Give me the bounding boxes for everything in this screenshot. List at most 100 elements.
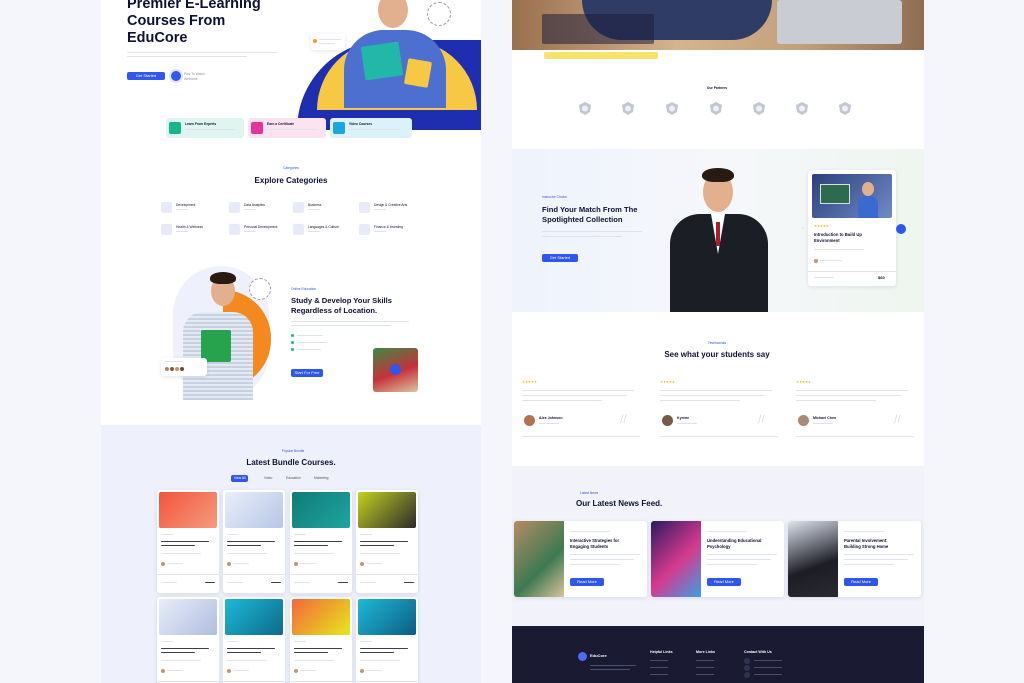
spotlight-title-line-1: Find Your Match From The (542, 205, 638, 214)
category-item[interactable]: Design & Creative Arts (359, 202, 421, 214)
footer-link[interactable] (650, 667, 668, 669)
course-meta (294, 660, 334, 662)
read-more-button[interactable]: Read More (707, 578, 741, 586)
category-item[interactable]: Development (161, 202, 223, 214)
category-label: Data Analytics (244, 203, 265, 207)
category-item[interactable]: Languages & Culture (293, 224, 355, 236)
bundle-tab[interactable]: Education (283, 475, 304, 482)
next-arrow-icon[interactable] (896, 224, 906, 234)
bundle-course-card[interactable] (223, 490, 285, 593)
course-category (360, 534, 372, 536)
avatar (798, 415, 809, 426)
footer-link[interactable] (696, 660, 714, 662)
spotlight-get-started-button[interactable]: Get Started (542, 254, 578, 262)
student-video-thumbnail[interactable] (373, 348, 418, 392)
footer-link[interactable] (650, 660, 668, 662)
get-started-button[interactable]: Get Started (127, 72, 165, 80)
check-item (297, 335, 323, 337)
author-name (820, 260, 842, 262)
read-more-button[interactable]: Read More (844, 578, 878, 586)
course-title (161, 541, 209, 543)
news-card[interactable]: Parental Involvement: Building Strong Ho… (788, 521, 921, 597)
course-title (294, 545, 328, 547)
add-to-cart[interactable] (161, 582, 177, 584)
category-item[interactable]: Business (293, 202, 355, 214)
read-more-button[interactable]: Read More (570, 578, 604, 586)
rating-stars: ★★★★★ (660, 380, 675, 384)
spotlight-course-card[interactable]: ★★★★★ Introduction to Build Up Environme… (808, 170, 896, 286)
review-line (522, 390, 634, 392)
add-to-cart[interactable] (360, 582, 376, 584)
category-item[interactable]: Data Analytics (229, 202, 291, 214)
course-category (161, 534, 173, 536)
bundle-course-card[interactable] (356, 597, 418, 683)
course-title (227, 545, 261, 547)
partner-logo-icon (578, 102, 592, 115)
course-title (294, 648, 342, 650)
landing-page-left: Premier E-Learning Courses From EduCore … (101, 0, 481, 683)
bundle-course-card[interactable] (290, 490, 352, 593)
category-item[interactable]: Finance & Investing (359, 224, 421, 236)
bundle-tab[interactable]: Marketing (311, 475, 331, 482)
category-count (176, 209, 188, 211)
news-meta (844, 531, 884, 533)
footer-link[interactable] (696, 674, 714, 676)
play-icon[interactable] (390, 364, 401, 375)
course-meta (227, 553, 267, 555)
testimonial-card: ★★★★★ Kyrene // (660, 380, 778, 438)
bundle-course-card[interactable] (290, 597, 352, 683)
feature-card[interactable]: Earn a Certificate (248, 118, 326, 138)
add-to-cart[interactable] (227, 582, 243, 584)
students-stat-card (311, 34, 345, 50)
feature-title: Learn From Experts (185, 122, 217, 126)
testimonial-card: ★★★★★ Alex Johnson // (522, 380, 640, 438)
bundle-course-card[interactable] (356, 490, 418, 593)
news-headline-line-1: Interactive Strategies for (570, 538, 620, 543)
course-category (294, 534, 306, 536)
author-name (366, 563, 382, 565)
footer-link[interactable] (754, 667, 782, 669)
bundle-tab[interactable]: View All (231, 475, 249, 482)
check-icon (291, 334, 294, 337)
avatar (165, 367, 169, 371)
course-meta (360, 553, 400, 555)
category-item[interactable]: Personal Development (229, 224, 291, 236)
news-card[interactable]: Interactive Strategies for Engaging Stud… (514, 521, 647, 597)
bundle-tab[interactable]: Video (261, 475, 275, 482)
add-to-cart[interactable] (814, 277, 834, 279)
review-line (660, 395, 765, 397)
study-title-line-2: Regardless of Location. (291, 306, 378, 315)
footer-link[interactable] (650, 674, 668, 676)
course-category (161, 641, 173, 643)
footer-link[interactable] (754, 674, 782, 676)
news-card[interactable]: Understanding Educational Psychology Rea… (651, 521, 784, 597)
bundle-course-card[interactable] (157, 597, 219, 683)
author-name (167, 563, 183, 565)
add-to-cart[interactable] (294, 582, 310, 584)
categories-tag: Categories (283, 166, 299, 170)
footer-link[interactable] (696, 667, 714, 669)
course-title (227, 652, 261, 654)
news-headline-line-2: Building Strong Home (844, 543, 889, 549)
avatar (360, 669, 364, 673)
course-price (205, 582, 215, 584)
bundle-course-card[interactable] (223, 597, 285, 683)
category-icon (293, 202, 304, 213)
prev-arrow-icon[interactable]: ‹ (802, 226, 803, 231)
review-line (796, 395, 901, 397)
review-line (660, 390, 772, 392)
review-line (660, 400, 740, 402)
news-tag: Latest News (580, 491, 599, 495)
start-free-button[interactable]: Start For Free (291, 369, 323, 377)
category-count (374, 231, 386, 233)
news-headline-line-2: Engaging Students (570, 543, 609, 549)
feature-card[interactable]: Video Courses (330, 118, 412, 138)
play-video-icon[interactable] (171, 71, 181, 81)
category-count (308, 231, 320, 233)
category-icon (293, 224, 304, 235)
category-item[interactable]: Health & Wellness (161, 224, 223, 236)
feature-card[interactable]: Learn From Experts (166, 118, 244, 138)
footer-link[interactable] (754, 660, 782, 662)
bundle-course-card[interactable] (157, 490, 219, 593)
bundle-title: Latest Bundle Courses. (246, 458, 336, 467)
